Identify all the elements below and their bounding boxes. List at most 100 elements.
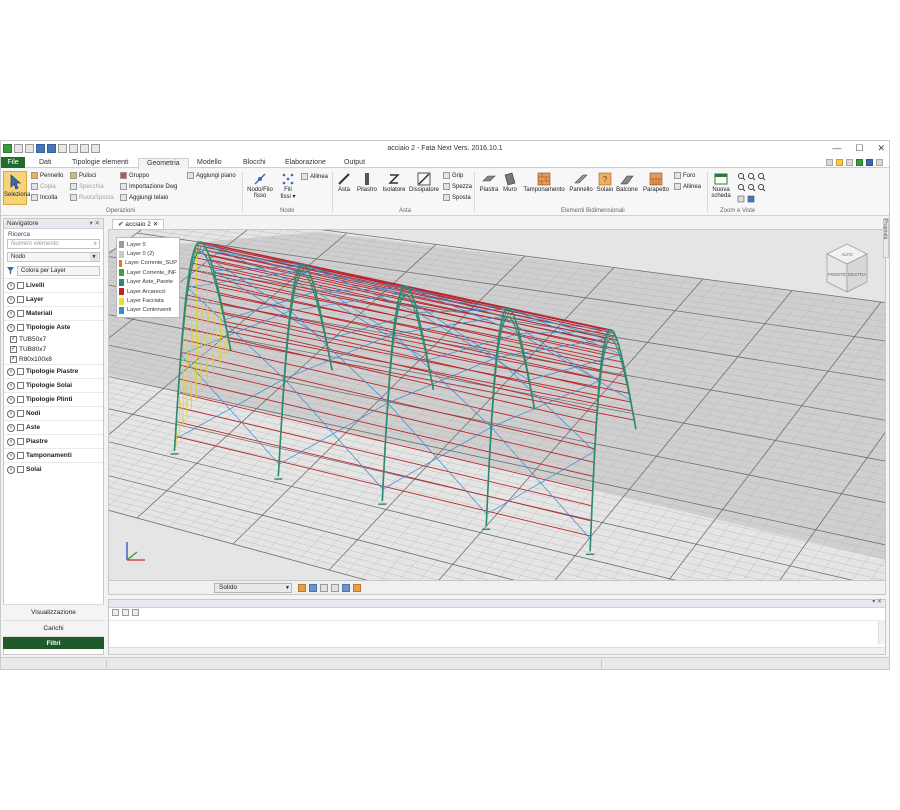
tree-livelli[interactable]: ˅ Livelli (4, 278, 103, 292)
color-by-select[interactable]: Colora per Layer (17, 265, 100, 276)
checkbox-checked[interactable]: ✓ (10, 335, 17, 343)
expand-icon[interactable]: ˅ (7, 367, 15, 376)
filtri-button[interactable]: Filtri (3, 636, 104, 649)
gruppo-button[interactable]: Gruppo (120, 172, 149, 179)
render-mode-select[interactable]: Solido ▼ (214, 583, 292, 593)
checkbox[interactable] (17, 368, 24, 375)
pilastro-button[interactable]: Pilastro (355, 172, 379, 193)
tab-geometria[interactable]: Geometria (138, 158, 189, 169)
tree-sub-item[interactable]: ✓ R80x100x8 (4, 354, 103, 364)
specchia-button[interactable]: Specchia (70, 183, 104, 190)
navigator-pin-close-icon[interactable]: ▾ ✕ (89, 219, 100, 229)
tamponamento-button[interactable]: Tamponamento (521, 172, 567, 193)
visualizzazione-button[interactable]: Visualizzazione (3, 604, 104, 620)
print-icon[interactable] (331, 584, 339, 592)
tree-tamponamenti[interactable]: ˅ Tamponamenti (4, 448, 103, 462)
document-tab-acciaio-2[interactable]: ✔ acciaio 2 ✕ (112, 219, 165, 229)
console-vertical-scrollbar[interactable] (878, 620, 885, 644)
expand-icon[interactable]: ˅ (7, 309, 15, 318)
tree-tipologie-piastre[interactable]: ˅ Tipologie Piastre (4, 364, 103, 378)
checkbox-checked[interactable]: ✓ (10, 355, 17, 363)
checkbox[interactable] (17, 382, 24, 389)
checkbox[interactable] (17, 324, 24, 331)
tab-file[interactable]: File (1, 157, 25, 168)
tree-aste[interactable]: ˅ Aste (4, 420, 103, 434)
checkbox[interactable] (17, 452, 24, 459)
bidim-allinea-button[interactable]: Allinea (674, 183, 701, 190)
help-icon[interactable] (866, 159, 873, 166)
pulisci-button[interactable]: Pulisci (70, 172, 96, 179)
expand-icon[interactable]: ˅ (7, 295, 15, 304)
zoom-tools-icon[interactable] (737, 172, 771, 204)
expand-icon[interactable]: ˅ (7, 395, 15, 404)
expand-icon[interactable]: ˅ (7, 381, 15, 390)
layer-legend-row[interactable]: Layer 0 (119, 240, 177, 249)
tree-piastre[interactable]: ˅ Piastre (4, 434, 103, 448)
checkbox[interactable] (17, 438, 24, 445)
checkbox[interactable] (17, 410, 24, 417)
layer-legend-row[interactable]: Layer Corrente_SUP (119, 259, 177, 268)
fili-fissi-button[interactable]: Fili fissi ▾ (277, 172, 299, 200)
expand-icon[interactable]: ˅ (7, 437, 15, 446)
tab-output[interactable]: Output (344, 158, 365, 168)
layer-legend-row[interactable]: Layer Facciata (119, 296, 177, 305)
grip-button[interactable]: Grip (443, 172, 463, 179)
collapse-ribbon-icon[interactable] (826, 159, 833, 166)
settings-icon[interactable] (846, 159, 853, 166)
tab-dati[interactable]: Dati (39, 158, 51, 168)
nodo-allinea-button[interactable]: Allinea (301, 173, 328, 180)
parapetto-button[interactable]: Parapetto (641, 172, 671, 193)
tab-elaborazione[interactable]: Elaborazione (285, 158, 326, 168)
balcone-button[interactable]: Balcone (615, 172, 639, 193)
tree-materiali[interactable]: ˅ Materiali (4, 306, 103, 320)
asta-button[interactable]: Asta (335, 172, 353, 193)
export-icon[interactable] (320, 584, 328, 592)
checkbox[interactable] (17, 296, 24, 303)
checkbox[interactable] (17, 282, 24, 289)
checkbox[interactable] (17, 424, 24, 431)
tree-layer[interactable]: ˅ Layer (4, 292, 103, 306)
search-input[interactable]: Numero elemento ⌕ (7, 239, 100, 249)
maximize-button[interactable]: ☐ (855, 143, 863, 154)
structure-model-canvas[interactable] (109, 230, 886, 581)
piastra-button[interactable]: Piastra (477, 172, 501, 193)
properties-side-tab[interactable]: Proprietà (882, 218, 889, 258)
nodo-filo-fisso-button[interactable]: Nodo/Filo fisso (245, 172, 275, 199)
console-horizontal-scrollbar[interactable] (109, 647, 885, 654)
expand-icon[interactable]: ˅ (7, 465, 15, 474)
expand-icon[interactable]: ˅ (7, 409, 15, 418)
expand-icon[interactable]: ˅ (7, 451, 15, 460)
tab-blocchi[interactable]: Blocchi (243, 158, 266, 168)
tree-sub-item[interactable]: ✓ TUB80x7 (4, 344, 103, 354)
checkbox[interactable] (17, 310, 24, 317)
tree-nodi[interactable]: ˅ Nodi (4, 406, 103, 420)
pennello-button[interactable]: Pennello (31, 172, 63, 179)
checkbox-checked[interactable]: ✓ (10, 345, 17, 353)
isolatore-button[interactable]: Isolatore (381, 172, 407, 193)
pannello-button[interactable]: Pannello (567, 172, 595, 193)
checkbox[interactable] (17, 466, 24, 473)
foro-button[interactable]: Foro (674, 172, 695, 179)
report-icon[interactable] (353, 584, 361, 592)
ruotasposta-button[interactable]: RuotaSposta (70, 194, 114, 201)
3d-viewport[interactable]: Layer 0 Layer 0 (2) Layer Corrente_SUP Laye… (108, 229, 886, 581)
tab-tipologie-elementi[interactable]: Tipologie elementi (72, 158, 129, 168)
layer-legend-row[interactable]: Layer Aste_Parete (119, 278, 177, 287)
collapse-icon[interactable]: ˄ (7, 323, 15, 332)
layer-legend-row[interactable]: Layer Corrente_INF (119, 268, 177, 277)
save-image-icon[interactable] (342, 584, 350, 592)
expand-icon[interactable]: ˅ (7, 281, 15, 290)
info-icon[interactable] (876, 159, 883, 166)
tree-sub-item[interactable]: ✓ TUB50x7 (4, 334, 103, 344)
spezza-button[interactable]: Spezza (443, 183, 472, 190)
close-button[interactable]: ✕ (877, 143, 885, 154)
console-output-area[interactable] (109, 620, 877, 644)
tree-solai[interactable]: ˅ Solai (4, 462, 103, 476)
incolla-button[interactable]: Incolla (31, 194, 57, 201)
tree-tipologie-solai[interactable]: ˅ Tipologie Solai (4, 378, 103, 392)
nuova-scheda-button[interactable]: Nuova scheda (709, 172, 733, 199)
view-cube[interactable]: ALTO FRONTE DESTRA (823, 240, 871, 296)
layer-legend-row[interactable]: Layer 0 (2) (119, 249, 177, 258)
copia-button[interactable]: Copia (31, 183, 56, 190)
save-log-icon[interactable] (122, 609, 129, 616)
